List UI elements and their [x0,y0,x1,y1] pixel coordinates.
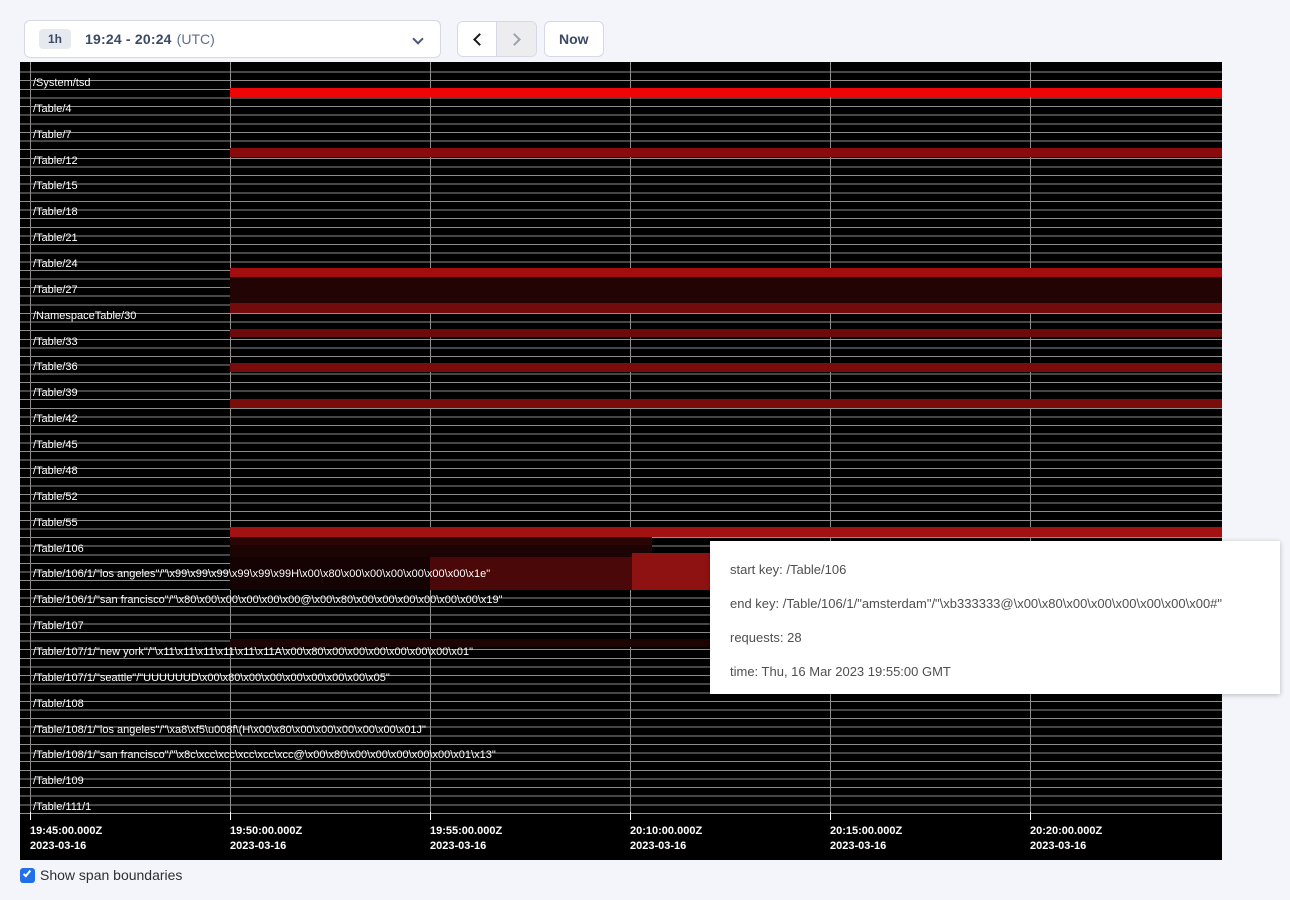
axis-tick [230,812,231,820]
key-row-label: /Table/106 [33,536,84,562]
key-row-label: /Table/52 [33,484,78,510]
key-row-label: /Table/106/1/"san francisco"/"\x80\x00\x… [33,587,503,613]
tooltip-line: start key: /Table/106 [730,553,1260,587]
chevron-left-icon [473,33,486,46]
range-text: 19:24 - 20:24 [85,31,172,47]
heat-band[interactable] [230,545,652,557]
heat-band[interactable] [230,268,1222,277]
heat-band[interactable] [230,527,1222,537]
cell-tooltip: start key: /Table/106end key: /Table/106… [710,541,1280,694]
key-row-label: /Table/12 [33,148,78,174]
time-column-line [830,62,831,820]
x-axis-label: 20:20:00.000Z2023-03-16 [1030,824,1102,854]
key-visualizer-canvas[interactable]: /System/tsd/Table/4/Table/7/Table/12/Tab… [20,62,1222,860]
show-span-boundaries-checkbox[interactable] [20,868,35,883]
heat-band[interactable] [230,88,1222,97]
heat-band[interactable] [230,399,1222,408]
tooltip-line: requests: 28 [730,621,1260,655]
toolbar: 1h 19:24 - 20:24 (UTC) Now [0,0,1290,62]
axis-tick [1030,812,1031,820]
heat-band[interactable] [230,148,1222,157]
key-row-label: /Table/42 [33,406,78,432]
time-column-line [30,62,31,820]
x-axis-label: 19:50:00.000Z2023-03-16 [230,824,302,854]
key-row-label: /Table/24 [33,251,78,277]
key-row-label: /Table/107/1/"new york"/"\x11\x11\x11\x1… [33,639,473,665]
now-button[interactable]: Now [544,21,604,57]
key-row-label: /Table/7 [33,122,72,148]
key-row-label: /Table/111/1 [33,794,91,820]
range-duration-badge: 1h [39,29,71,49]
key-row-label: /Table/15 [33,173,78,199]
range-timezone: (UTC) [177,31,215,47]
axis-tick [830,812,831,820]
show-span-boundaries-label: Show span boundaries [40,867,182,883]
x-axis-label: 19:55:00.000Z2023-03-16 [430,824,502,854]
key-row-label: /Table/108 [33,691,84,717]
heat-band[interactable] [230,363,1222,372]
span-boundary-gridlines [20,64,1222,821]
axis-tick [430,812,431,820]
tooltip-line: time: Thu, 16 Mar 2023 19:55:00 GMT [730,655,1260,689]
footer: Show span boundaries [20,867,182,883]
key-row-label: /Table/108/1/"san francisco"/"\x8c\xcc\x… [33,742,496,768]
key-row-label: /Table/27 [33,277,78,303]
key-row-label: /Table/4 [33,96,72,122]
key-row-label: /Table/55 [33,510,78,536]
chevron-right-icon [508,33,521,46]
time-column-line [630,62,631,820]
key-row-label: /Table/18 [33,199,78,225]
key-row-label: /NamespaceTable/30 [33,303,136,329]
time-range-selector[interactable]: 1h 19:24 - 20:24 (UTC) [24,20,441,58]
key-row-label: /Table/107 [33,613,84,639]
time-column-line [430,62,431,820]
chevron-down-icon [412,33,423,44]
tooltip-line: end key: /Table/106/1/"amsterdam"/"\xb33… [730,587,1260,621]
time-column-line [230,62,231,820]
checkmark-icon [23,868,31,877]
key-row-label: /Table/33 [33,329,78,355]
x-axis-label: 20:15:00.000Z2023-03-16 [830,824,902,854]
axis-tick [630,812,631,820]
time-column-line [1030,62,1031,820]
heat-band[interactable] [230,303,1222,313]
key-row-label: /Table/36 [33,354,78,380]
key-row-label: /Table/108/1/"los angeles"/"\xa8\xf5\u00… [33,717,426,743]
key-row-label: /Table/106/1/"los angeles"/"\x99\x99\x99… [33,561,490,587]
key-row-label: /Table/45 [33,432,78,458]
key-row-label: /Table/48 [33,458,78,484]
x-axis-label: 20:10:00.000Z2023-03-16 [630,824,702,854]
axis-tick [30,812,31,820]
heat-band[interactable] [230,329,1222,337]
key-row-label: /Table/107/1/"seattle"/"UUUUUUD\x00\x80\… [33,665,390,691]
next-interval-button-disabled[interactable] [497,22,536,56]
prev-interval-button[interactable] [458,22,497,56]
time-pager [457,21,537,57]
key-row-label: /Table/39 [33,380,78,406]
key-row-label: /Table/109 [33,768,84,794]
key-row-label: /Table/21 [33,225,78,251]
x-axis-label: 19:45:00.000Z2023-03-16 [30,824,102,854]
heat-band[interactable] [230,277,1222,303]
key-row-label: /System/tsd [33,70,90,96]
